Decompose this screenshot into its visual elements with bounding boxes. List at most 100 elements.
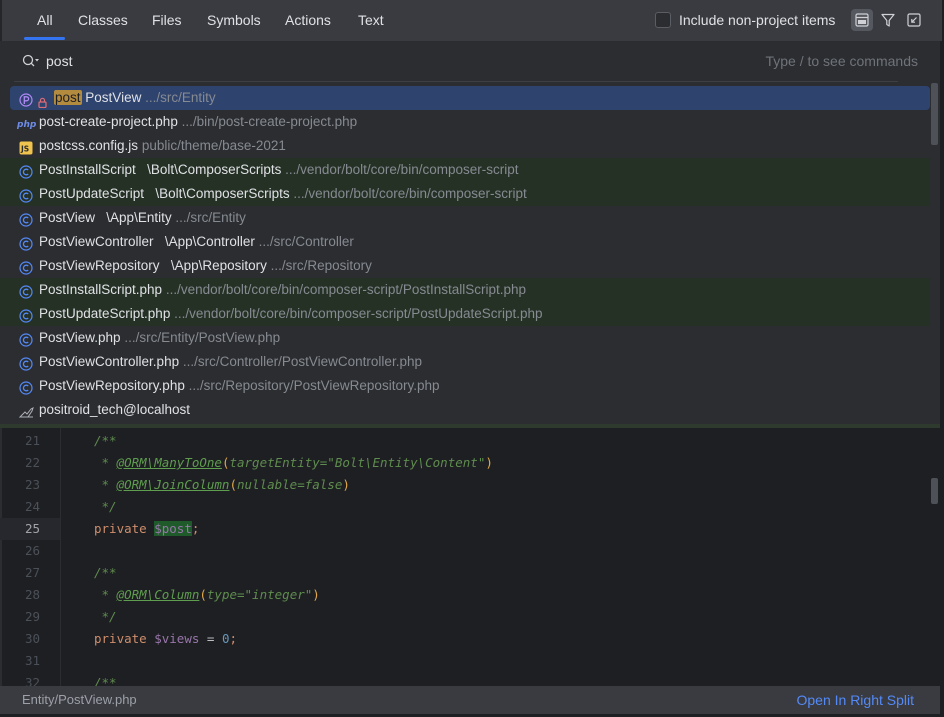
preview-file-path: Entity/PostView.php [22,692,137,707]
code-preview: 21/** 22 * @ORM\ManyToOne(targetEntity="B… [0,428,940,686]
search-hint: Type / to see commands [765,53,918,69]
code-token: $post [154,521,192,536]
result-path: .../src/Repository [270,258,372,273]
result-label: PostUpdateScript \Bolt\ComposerScripts .… [39,182,527,206]
search-row: Type / to see commands [0,41,940,81]
result-path: .../bin/post-create-project.php [181,114,358,129]
line-number: 29 [24,609,40,624]
active-tab-indicator [24,37,65,40]
tab-symbols[interactable]: Symbols [207,0,261,41]
result-item[interactable]: JS postcss.config.js public/theme/base-20… [0,134,930,158]
result-path: .../vendor/bolt/core/bin/composer-script [293,186,527,201]
code-line: /** [94,562,117,584]
code-token: ) [342,477,350,492]
result-name: PostView [39,210,96,225]
result-name: PostViewController [39,234,154,249]
tab-files[interactable]: Files [152,0,182,41]
line-number: 26 [24,543,40,558]
result-item[interactable]: php post-create-project.php .../bin/post-… [0,110,930,134]
result-label: positroid_tech@localhost [39,398,190,422]
tab-classes[interactable]: Classes [78,0,128,41]
result-label: PostViewController.php .../src/Controlle… [39,350,422,374]
result-label: PostViewRepository \App\Repository .../s… [39,254,372,278]
result-path: .../vendor/bolt/core/bin/composer-script… [174,306,543,321]
result-path: public/theme/base-2021 [141,138,286,153]
svg-text:JS: JS [20,145,29,154]
open-in-right-split-link[interactable]: Open In Right Split [796,686,914,714]
result-name: post-create-project.php [39,114,178,129]
code-token: = [199,631,222,646]
tab-text[interactable]: Text [358,0,384,41]
result-item[interactable]: PostInstallScript \Bolt\ComposerScripts … [0,158,930,182]
code-token: /** [94,675,117,686]
code-token: private [94,521,155,536]
class-icon [19,379,33,395]
line-number: 25 [0,518,60,540]
result-name: postcss.config.js [39,138,139,153]
filter-icon[interactable] [877,9,899,31]
code-token: type="integer" [206,587,313,602]
include-non-project-label[interactable]: Include non-project items [679,0,835,41]
open-in-window-icon[interactable] [903,9,925,31]
result-namespace: \App\Controller [164,234,255,249]
result-label: postcss.config.js public/theme/base-2021 [39,134,286,158]
editor-scrollbar[interactable] [931,478,938,504]
results-list: post PostView .../src/Entity php post-crea… [0,84,930,424]
result-path: .../src/Controller [258,234,354,249]
result-label: PostInstallScript \Bolt\ComposerScripts … [39,158,518,182]
result-label: PostViewRepository.php .../src/Repositor… [39,374,439,398]
result-name: PostView [85,90,142,105]
result-item[interactable]: PostView \App\Entity .../src/Entity [0,206,930,230]
result-namespace: \App\Repository [170,258,267,273]
result-item[interactable]: PostViewRepository.php .../src/Repositor… [0,374,930,398]
result-item[interactable]: PostInstallScript.php .../vendor/bolt/co… [0,278,930,302]
results-scrollbar[interactable] [931,83,938,145]
result-label: PostView \App\Entity .../src/Entity [39,206,246,230]
line-number: 27 [24,565,40,580]
result-item[interactable]: positroid_tech@localhost [0,398,930,422]
include-non-project-checkbox[interactable] [655,12,671,28]
code-token: * [94,455,117,470]
preview-icon[interactable] [851,9,873,31]
tab-actions[interactable]: Actions [285,0,331,41]
code-line: * @ORM\ManyToOne(targetEntity="Bolt\Enti… [94,452,493,474]
result-name: PostViewController.php [39,354,180,369]
result-name: PostInstallScript [39,162,136,177]
search-icon[interactable] [22,54,40,73]
code-token: */ [94,609,117,624]
result-item[interactable]: PostUpdateScript \Bolt\ComposerScripts .… [0,182,930,206]
code-token: ( [229,477,237,492]
result-item[interactable]: PostViewRepository \App\Repository .../s… [0,254,930,278]
result-namespace: \App\Entity [106,210,172,225]
tab-all[interactable]: All [37,0,53,41]
result-path: .../vendor/bolt/core/bin/composer-script [285,162,519,177]
code-token: nullable=false [237,477,343,492]
search-input[interactable] [46,51,546,71]
code-token: /** [94,565,117,580]
line-number: 28 [24,587,40,602]
result-path: .../src/Entity [145,90,216,105]
code-line: /** [94,430,117,452]
code-token: $views [154,631,200,646]
class-icon [19,235,33,251]
result-label: post-create-project.php .../bin/post-cre… [39,110,357,134]
code-token: @ORM\ManyToOne [116,455,222,470]
result-item[interactable]: PostViewController \App\Controller .../s… [0,230,930,254]
match-highlight: post [54,90,82,105]
class-icon [19,187,33,203]
result-namespace: \Bolt\ComposerScripts [147,162,282,177]
php-file-icon: php [16,115,37,130]
result-item[interactable]: PostView.php .../src/Entity/PostView.php [0,326,930,350]
result-name: positroid_tech@localhost [39,402,191,417]
class-icon [19,283,33,299]
code-token: /** [94,433,117,448]
js-file-icon: JS [19,139,33,155]
result-label: PostUpdateScript.php .../vendor/bolt/cor… [39,302,543,326]
code-line: private $views = 0; [94,628,237,650]
result-item[interactable]: PostUpdateScript.php .../vendor/bolt/cor… [0,302,930,326]
result-item[interactable]: PostViewController.php .../src/Controlle… [0,350,930,374]
result-item[interactable]: post PostView .../src/Entity [10,86,930,110]
code-token: ) [485,455,493,470]
line-number: 32 [24,675,40,686]
line-number: 21 [24,433,40,448]
